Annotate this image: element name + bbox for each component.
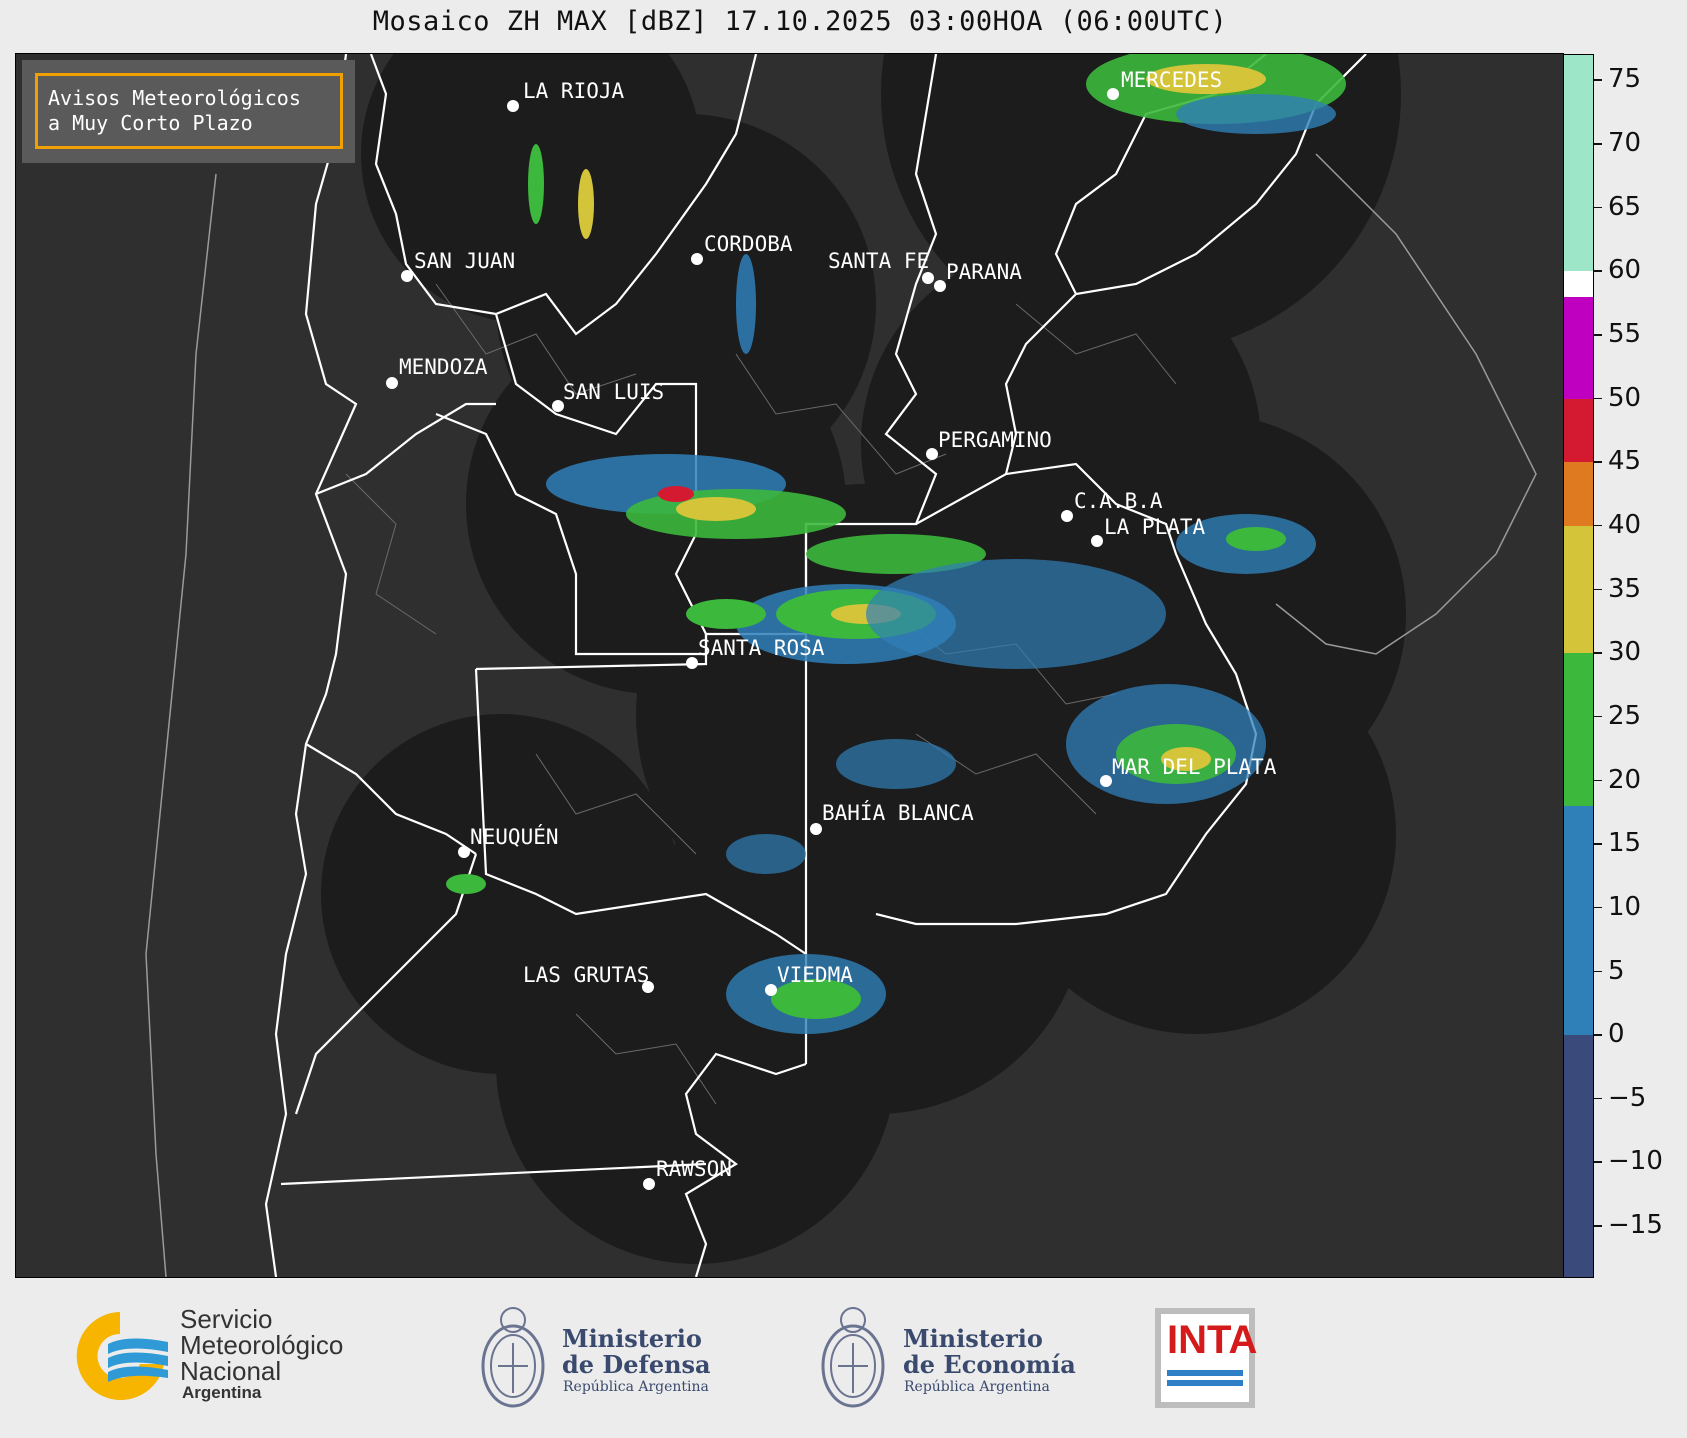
colorbar-tick	[1594, 143, 1602, 145]
colorbar-tick	[1594, 1225, 1602, 1227]
colorbar-tick-label: 40	[1608, 509, 1642, 540]
notice-line-1: Avisos Meteorológicos	[48, 86, 301, 110]
notice-box: Avisos Meteorológicos a Muy Corto Plazo	[35, 73, 343, 149]
colorbar-tick	[1594, 1097, 1602, 1100]
city-mendoza: MENDOZA	[386, 355, 488, 389]
inta-logo: INTA	[1155, 1308, 1258, 1408]
defensa-line-3: República Argentina	[563, 1379, 709, 1395]
colorbar-tick-label: 75	[1608, 64, 1642, 95]
colorbar-band	[1564, 271, 1593, 297]
colorbar-band	[1564, 55, 1593, 272]
colorbar-tick-label: 20	[1608, 764, 1642, 795]
notice-line-2: a Muy Corto Plazo	[48, 111, 253, 135]
map-title: Mosaico ZH MAX [dBZ] 17.10.2025 03:00HOA…	[372, 6, 1228, 37]
economia-line-3: República Argentina	[904, 1379, 1050, 1395]
city-label-san-luis: SAN LUIS	[563, 380, 664, 404]
defensa-line-2: de Defensa	[562, 1350, 711, 1379]
colorbar-tick-label: 10	[1608, 891, 1642, 922]
colorbar-band	[1564, 462, 1593, 526]
colorbar-tick	[1594, 1161, 1602, 1163]
smn-logo	[68, 1308, 172, 1402]
colorbar-tick	[1594, 970, 1602, 972]
colorbar-tick-label: 5	[1608, 955, 1625, 986]
city-label-la-rioja: LA RIOJA	[523, 79, 625, 103]
colorbar	[1563, 54, 1594, 1278]
city-label-mercedes: MERCEDES	[1121, 68, 1222, 92]
colorbar-tick	[1594, 397, 1602, 400]
defensa-line-1: Ministerio	[562, 1324, 702, 1353]
colorbar-tick-label: 70	[1608, 128, 1642, 159]
economia-line-2: de Economía	[903, 1350, 1076, 1379]
colorbar-tick	[1594, 715, 1602, 718]
colorbar-tick	[1594, 843, 1602, 845]
colorbar-tick-label: −10	[1608, 1146, 1663, 1177]
city-label-santa-rosa: SANTA ROSA	[698, 636, 825, 660]
colorbar-tick-label: 30	[1608, 637, 1642, 668]
smn-logo-icon	[76, 1312, 168, 1400]
colorbar-tick-label: 45	[1608, 446, 1642, 477]
city-label-santa-fe: SANTA FE	[828, 249, 929, 273]
city-label-viedma: VIEDMA	[777, 963, 853, 987]
smn-line-4: Argentina	[182, 1383, 262, 1402]
notice-panel: Avisos Meteorológicos a Muy Corto Plazo	[22, 60, 355, 163]
city-label-pergamino: PERGAMINO	[938, 428, 1052, 452]
colorbar-tick	[1594, 334, 1602, 336]
inta-text: INTA	[1167, 1318, 1258, 1362]
defensa-seal-icon	[478, 1298, 548, 1416]
colorbar-tick-label: 15	[1608, 828, 1642, 859]
city-label-las-grutas: LAS GRUTAS	[523, 963, 649, 987]
colorbar-tick-label: 65	[1608, 191, 1642, 222]
colorbar-tick-label: 35	[1608, 573, 1642, 604]
city-label-caba: C.A.B.A	[1074, 489, 1163, 513]
city-label-bahia-blanca: BAHÍA BLANCA	[822, 800, 974, 825]
colorbar-tick	[1594, 588, 1602, 591]
colorbar-tick-label: 60	[1608, 255, 1642, 286]
colorbar-tick-label: 0	[1608, 1019, 1625, 1050]
colorbar-tick-label: 55	[1608, 319, 1642, 350]
city-label-cordoba: CORDOBA	[704, 232, 793, 256]
colorbar-tick	[1594, 79, 1602, 81]
colorbar-tick-label: −15	[1608, 1210, 1663, 1241]
economia-line-1: Ministerio	[903, 1324, 1043, 1353]
colorbar-tick	[1594, 906, 1602, 909]
radar-map: LA RIOJA MERCEDES CORDOBA SAN JUAN SANTA…	[15, 53, 1564, 1278]
colorbar-band	[1564, 806, 1593, 1036]
colorbar-tick	[1594, 270, 1602, 272]
colorbar-tick	[1594, 779, 1602, 782]
city-label-rawson: RAWSON	[656, 1157, 732, 1181]
city-label-san-juan: SAN JUAN	[414, 249, 515, 273]
colorbar-tick	[1594, 461, 1602, 463]
colorbar-band	[1564, 653, 1593, 807]
colorbar-band	[1564, 525, 1593, 654]
footer-logos: Servicio Meteorológico Nacional Argentin…	[0, 1278, 1687, 1438]
colorbar-tick-label: −5	[1608, 1082, 1647, 1113]
colorbar-tick	[1594, 206, 1602, 209]
colorbar-tick	[1594, 652, 1602, 654]
colorbar-band	[1564, 296, 1593, 399]
economia-seal-icon	[818, 1298, 888, 1416]
colorbar-tick	[1594, 1034, 1602, 1036]
colorbar-tick-label: 50	[1608, 382, 1642, 413]
city-label-parana: PARANA	[946, 260, 1022, 284]
city-label-neuquen: NEUQUÉN	[470, 824, 559, 849]
colorbar-band	[1564, 398, 1593, 463]
city-label-mar-del-plata: MAR DEL PLATA	[1112, 755, 1277, 779]
city-label-la-plata: LA PLATA	[1104, 515, 1206, 539]
radar-map-canvas: LA RIOJA MERCEDES CORDOBA SAN JUAN SANTA…	[145, 54, 1537, 1277]
colorbar-band	[1564, 1035, 1593, 1277]
city-label-mendoza: MENDOZA	[399, 355, 488, 379]
colorbar-tick-label: 25	[1608, 700, 1642, 731]
colorbar-tick	[1594, 524, 1602, 527]
